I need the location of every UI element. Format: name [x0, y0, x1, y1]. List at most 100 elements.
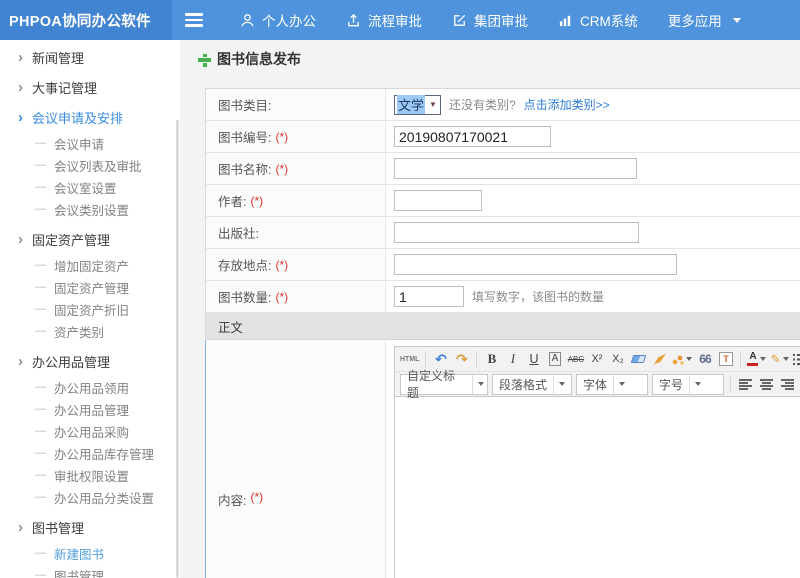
dash-icon: — — [35, 259, 46, 271]
underline-button[interactable]: U — [524, 349, 543, 369]
source-code-button[interactable]: HTML — [399, 349, 420, 369]
format-match-button[interactable] — [650, 349, 669, 369]
form-row-category: 图书类目: 文学 ▼ 还没有类别? 点击添加类别>> — [206, 89, 800, 121]
italic-button[interactable]: I — [503, 349, 522, 369]
form-row-location: 存放地点: (*) — [206, 249, 800, 281]
sidebar-scrollbar[interactable] — [176, 120, 179, 578]
chevron-down-icon: ▼ — [429, 100, 437, 109]
sidebar-item-asset-add[interactable]: — 增加固定资产 — [0, 254, 180, 276]
chevron-right-icon: › — [18, 50, 23, 65]
nav-label: 更多应用 — [668, 10, 722, 30]
font-size-select[interactable]: 字号 — [652, 374, 724, 395]
sidebar-item-supplies-inventory[interactable]: — 办公用品库存管理 — [0, 442, 180, 464]
sparkle-icon — [672, 354, 684, 365]
highlight-color-button[interactable]: ✎ — [769, 349, 789, 369]
nav-group-approval[interactable]: 集团审批 — [452, 10, 528, 30]
sidebar-group-news[interactable]: › 新闻管理 — [0, 42, 180, 72]
chevron-down-icon — [783, 357, 789, 361]
font-color-button[interactable]: A — [746, 349, 767, 369]
category-select[interactable]: 文学 ▼ — [394, 95, 441, 115]
align-right-button[interactable] — [778, 374, 797, 394]
sidebar-item-approval-permission[interactable]: — 审批权限设置 — [0, 464, 180, 486]
process-upload-icon — [346, 13, 361, 28]
dash-icon: — — [35, 447, 46, 459]
section-header-body: 正文 — [206, 313, 800, 340]
add-category-link[interactable]: 点击添加类别>> — [524, 96, 610, 113]
sidebar-item-supplies-purchase[interactable]: — 办公用品采购 — [0, 420, 180, 442]
font-color-icon: A — [747, 352, 758, 366]
sidebar-group-assets[interactable]: › 固定资产管理 — [0, 224, 180, 254]
nav-crm-system[interactable]: CRM系统 — [558, 10, 638, 30]
dash-icon: — — [35, 547, 46, 559]
ordered-list-button[interactable] — [792, 349, 800, 369]
book-name-input[interactable] — [394, 158, 637, 179]
dash-icon: — — [35, 425, 46, 437]
app-logo: PHPOA协同办公软件 — [0, 0, 172, 40]
dash-icon: — — [35, 491, 46, 503]
chevron-down-icon — [478, 382, 484, 386]
remove-format-button[interactable] — [629, 349, 648, 369]
auto-typeset-button[interactable] — [671, 349, 693, 369]
menu-toggle-icon[interactable] — [185, 10, 203, 30]
superscript-button[interactable]: X² — [587, 349, 606, 369]
quantity-input[interactable] — [394, 286, 464, 307]
chevron-down-icon — [686, 357, 692, 361]
page-title: 图书信息发布 — [197, 49, 301, 69]
font-border-button[interactable]: A — [549, 352, 562, 366]
top-bar: PHPOA协同办公软件 个人办公 流程审批 集团审批 CRM系统 更多应用 — [0, 0, 800, 40]
sidebar-item-asset-category[interactable]: — 资产类别 — [0, 320, 180, 342]
nav-more-apps[interactable]: 更多应用 — [668, 10, 741, 30]
undo-button[interactable]: ↶ — [431, 349, 450, 369]
sidebar-item-meeting-list[interactable]: — 会议列表及审批 — [0, 154, 180, 176]
user-icon — [240, 13, 255, 28]
field-label: 图书类目: — [218, 95, 271, 114]
nav-process-approval[interactable]: 流程审批 — [346, 10, 422, 30]
font-family-select[interactable]: 字体 — [576, 374, 648, 395]
required-star: (*) — [275, 130, 288, 144]
form-row-quantity: 图书数量: (*) 填写数字，该图书的数量 — [206, 281, 800, 313]
nav-label: 个人办公 — [262, 10, 316, 30]
field-label: 存放地点: — [218, 255, 271, 274]
field-label: 图书编号: — [218, 127, 271, 146]
dash-icon: — — [35, 203, 46, 215]
field-label: 图书数量: — [218, 287, 271, 306]
sidebar-item-supplies-classify[interactable]: — 办公用品分类设置 — [0, 486, 180, 508]
sidebar-group-meeting[interactable]: › 会议申请及安排 — [0, 102, 180, 132]
chevron-right-icon: › — [18, 110, 23, 125]
chevron-down-icon — [733, 18, 741, 23]
sidebar-group-supplies[interactable]: › 办公用品管理 — [0, 346, 180, 376]
dash-icon: — — [35, 181, 46, 193]
bold-button[interactable]: B — [482, 349, 501, 369]
heading-style-select[interactable]: 自定义标题 — [400, 374, 488, 395]
sidebar-item-book-manage[interactable]: — 图书管理 — [0, 564, 180, 578]
main-content: 图书信息发布 图书类目: 文学 ▼ 还没有类别? 点击添加类别>> 图书编号: … — [180, 40, 800, 578]
sidebar-group-books[interactable]: › 图书管理 — [0, 512, 180, 542]
location-input[interactable] — [394, 254, 677, 275]
dash-icon: — — [35, 303, 46, 315]
subscript-button[interactable]: X₂ — [608, 349, 627, 369]
sidebar-item-meeting-room[interactable]: — 会议室设置 — [0, 176, 180, 198]
sidebar-item-asset-depreciation[interactable]: — 固定资产折旧 — [0, 298, 180, 320]
sidebar-item-supplies-manage[interactable]: — 办公用品管理 — [0, 398, 180, 420]
redo-button[interactable]: ↷ — [452, 349, 471, 369]
paragraph-format-select[interactable]: 段落格式 — [492, 374, 572, 395]
pagebreak-button[interactable]: T — [716, 349, 735, 369]
blockquote-button[interactable]: 66 — [695, 349, 714, 369]
sidebar-group-events[interactable]: › 大事记管理 — [0, 72, 180, 102]
editor-content-area[interactable] — [395, 397, 800, 578]
sidebar-item-asset-manage[interactable]: — 固定资产管理 — [0, 276, 180, 298]
chevron-down-icon — [695, 382, 701, 386]
form-row-content: 内容: (*) HTML ↶ ↷ B I U A — [205, 340, 800, 578]
author-input[interactable] — [394, 190, 482, 211]
book-number-input[interactable] — [394, 126, 551, 147]
nav-personal-office[interactable]: 个人办公 — [240, 10, 316, 30]
sidebar-item-meeting-apply[interactable]: — 会议申请 — [0, 132, 180, 154]
sidebar-item-meeting-category[interactable]: — 会议类别设置 — [0, 198, 180, 220]
align-center-button[interactable] — [757, 374, 776, 394]
align-left-button[interactable] — [736, 374, 755, 394]
sidebar-item-supplies-claim[interactable]: — 办公用品领用 — [0, 376, 180, 398]
sidebar-item-book-new[interactable]: — 新建图书 — [0, 542, 180, 564]
quantity-hint: 填写数字，该图书的数量 — [472, 288, 604, 305]
strikethrough-button[interactable]: ABC — [566, 349, 585, 369]
publisher-input[interactable] — [394, 222, 639, 243]
